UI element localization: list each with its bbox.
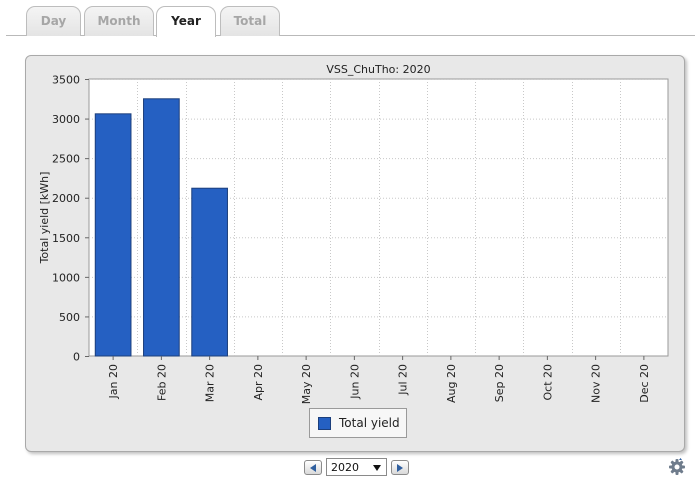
y-tick-label: 3500 xyxy=(52,74,80,87)
chart-title: VSS_ChuTho: 2020 xyxy=(326,63,430,76)
chevron-down-icon xyxy=(373,465,381,471)
x-tick-label: May 20 xyxy=(300,364,313,404)
x-tick-label: Aug 20 xyxy=(445,364,458,403)
y-tick-label: 2500 xyxy=(52,153,80,166)
x-tick-label: Mar 20 xyxy=(204,364,217,402)
y-tick-label: 0 xyxy=(73,351,80,364)
year-select-value: 2020 xyxy=(331,461,359,474)
bar-feb-20 xyxy=(143,98,180,357)
tab-month[interactable]: Month xyxy=(84,6,154,36)
x-tick-label: Oct 20 xyxy=(541,364,554,401)
tab-total[interactable]: Total xyxy=(220,6,280,36)
x-tick-label: Feb 20 xyxy=(155,364,168,401)
x-tick-label: Jun 20 xyxy=(348,364,361,400)
y-tick-label: 3000 xyxy=(52,113,80,126)
x-tick-label: Jan 20 xyxy=(107,364,120,399)
y-tick-label: 500 xyxy=(59,311,80,324)
x-tick-label: Nov 20 xyxy=(590,364,603,403)
y-tick-label: 1000 xyxy=(52,271,80,284)
arrow-right-icon xyxy=(397,464,403,472)
legend-label: Total yield xyxy=(339,416,400,430)
next-year-button[interactable] xyxy=(391,460,409,475)
gear-icon[interactable] xyxy=(668,458,686,476)
y-axis-label: Total yield [kWh] xyxy=(38,172,51,265)
legend-swatch xyxy=(318,417,331,430)
view-tabs: Day Month Year Total xyxy=(0,0,695,37)
year-select[interactable]: 2020 xyxy=(326,458,387,476)
chart-panel: 0 500 1000 1500 2000 2500 3000 3500 Jan 20 Feb 20… xyxy=(25,55,685,452)
x-tick-label: Sep 20 xyxy=(493,364,506,402)
previous-year-button[interactable] xyxy=(304,460,322,475)
x-tick-label: Jul 20 xyxy=(397,364,410,396)
tab-year[interactable]: Year xyxy=(156,6,216,37)
bar-mar-20 xyxy=(191,187,228,357)
y-tick-label: 2000 xyxy=(52,192,80,205)
x-tick-label: Dec 20 xyxy=(638,364,651,403)
arrow-left-icon xyxy=(310,464,316,472)
tab-day[interactable]: Day xyxy=(26,6,81,36)
chart-legend: Total yield xyxy=(309,408,407,438)
yield-chart: 0 500 1000 1500 2000 2500 3000 3500 Jan 20 Feb 20… xyxy=(38,63,669,404)
bar-jan-20 xyxy=(94,113,132,357)
x-tick-label: Apr 20 xyxy=(252,364,265,401)
y-tick-label: 1500 xyxy=(52,232,80,245)
